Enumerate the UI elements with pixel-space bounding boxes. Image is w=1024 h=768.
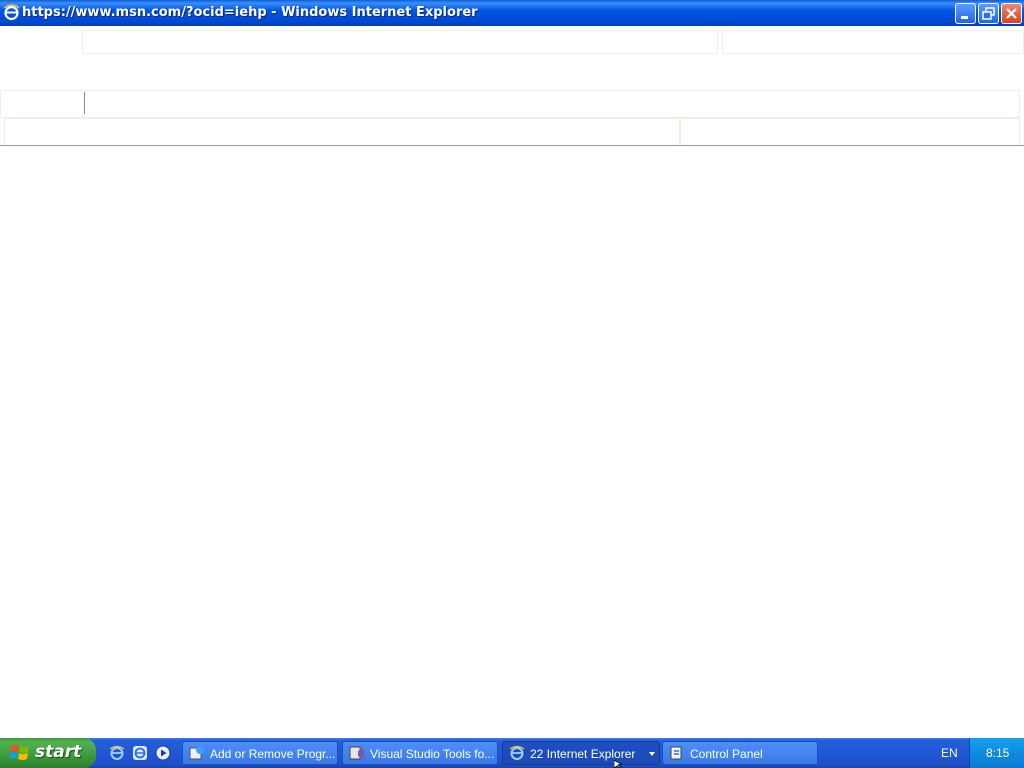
restore-button[interactable] xyxy=(978,3,999,24)
taskbar-button-label: 22 Internet Explorer xyxy=(530,747,636,761)
window-title-bar[interactable]: https://www.msn.com/?ocid=iehp - Windows… xyxy=(0,0,1024,26)
close-button[interactable] xyxy=(1001,3,1022,24)
mouse-cursor-icon xyxy=(614,760,622,768)
close-icon xyxy=(1006,8,1017,19)
add-remove-programs-icon xyxy=(189,746,204,760)
taskbar-button-control-panel[interactable]: Control Panel xyxy=(662,741,818,765)
header-placeholder-right xyxy=(722,30,1024,54)
taskbar-button-visual-studio-tools[interactable]: Visual Studio Tools fo... xyxy=(342,741,498,765)
nav-placeholder-right xyxy=(680,118,1020,146)
control-panel-icon xyxy=(670,746,682,760)
nav-placeholder-left xyxy=(4,118,680,146)
restore-icon xyxy=(982,7,995,20)
search-input-caret xyxy=(84,92,85,114)
minimize-icon xyxy=(961,16,968,19)
language-indicator[interactable]: EN xyxy=(941,746,958,760)
windows-flag-icon xyxy=(10,745,29,760)
window-title: https://www.msn.com/?ocid=iehp - Windows… xyxy=(22,5,478,20)
page-divider xyxy=(0,145,1024,146)
minimize-button[interactable] xyxy=(955,3,976,24)
taskbar-button-add-remove-programs[interactable]: Add or Remove Progr... xyxy=(182,741,338,765)
start-label: start xyxy=(35,742,82,762)
ie-icon[interactable] xyxy=(109,745,125,761)
start-button[interactable]: start xyxy=(0,738,96,768)
taskbar: start Add or Remove Progr... Visual Stud… xyxy=(0,738,1024,768)
taskbar-button-label: Add or Remove Progr... xyxy=(210,747,336,761)
clock[interactable]: 8:15 xyxy=(986,746,1009,760)
taskbar-button-label: Control Panel xyxy=(690,747,763,761)
media-player-icon[interactable] xyxy=(155,745,171,761)
ie-icon xyxy=(3,4,20,21)
ie-icon-alt[interactable] xyxy=(132,745,148,761)
visual-studio-icon xyxy=(349,746,364,760)
chevron-down-icon[interactable] xyxy=(649,752,655,756)
system-tray: 8:15 xyxy=(969,738,1024,768)
search-bar-placeholder xyxy=(0,90,1020,118)
ie-icon xyxy=(509,745,525,760)
taskbar-button-label: Visual Studio Tools fo... xyxy=(370,747,495,761)
header-placeholder-left xyxy=(82,30,718,54)
taskbar-button-internet-explorer-group[interactable]: 22 Internet Explorer xyxy=(502,741,660,765)
